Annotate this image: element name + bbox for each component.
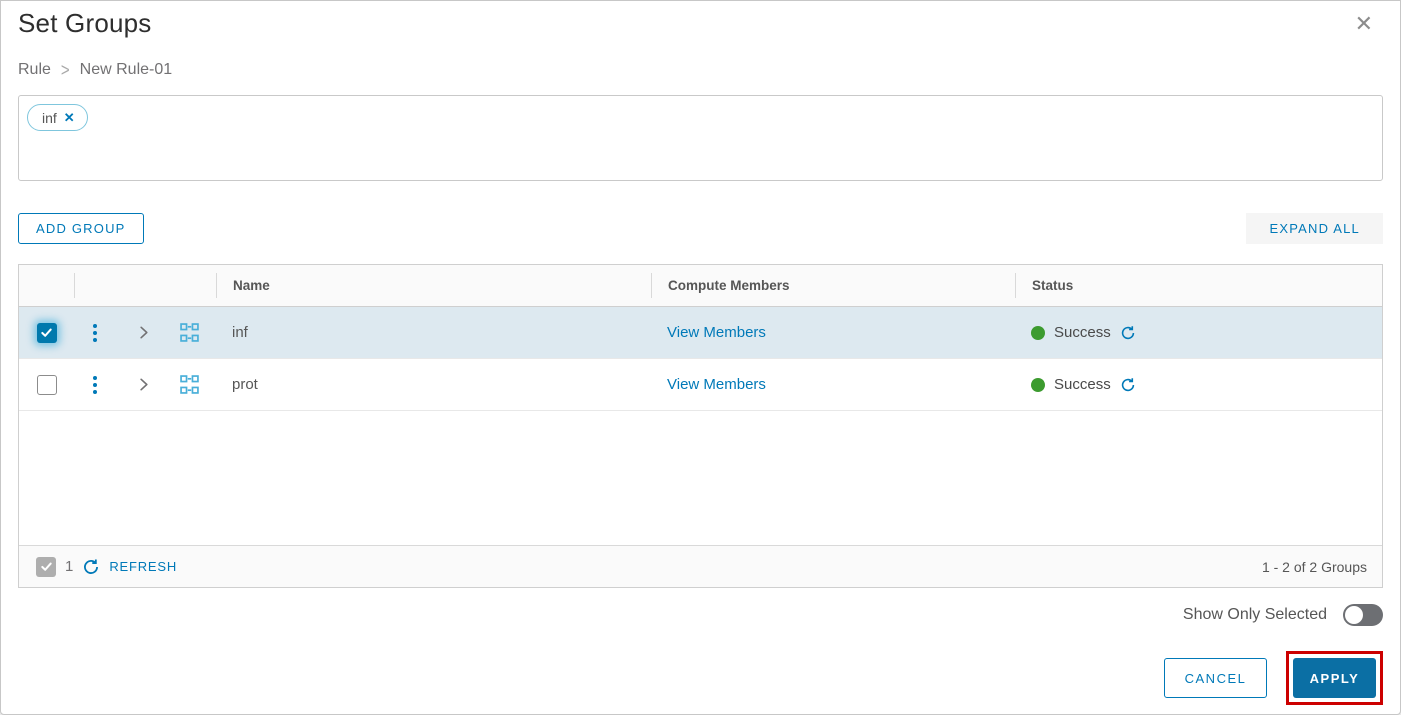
view-members-link[interactable]: View Members xyxy=(667,324,766,341)
selected-groups-input[interactable]: inf ✕ xyxy=(18,95,1383,181)
row-menu-icon[interactable] xyxy=(93,323,97,342)
dialog-header: Set Groups ✕ xyxy=(18,8,1383,48)
show-only-selected-row: Show Only Selected xyxy=(18,603,1383,627)
toggle-knob xyxy=(1345,606,1363,624)
show-only-selected-toggle[interactable] xyxy=(1343,604,1383,626)
table-header: Name Compute Members Status xyxy=(19,265,1382,307)
groups-table: Name Compute Members Status inf View Mem… xyxy=(18,264,1383,588)
page-title: Set Groups xyxy=(18,8,152,38)
table-row: prot View Members Success xyxy=(19,359,1382,411)
header-name: Name xyxy=(216,273,651,298)
group-icon xyxy=(180,375,199,394)
row-checkbox-checked[interactable] xyxy=(36,322,57,343)
apply-highlight-annotation: APPLY xyxy=(1286,651,1383,705)
breadcrumb: Rule > New Rule-01 xyxy=(18,60,1383,80)
status-label: Success xyxy=(1054,376,1111,393)
close-icon[interactable]: ✕ xyxy=(1355,13,1373,35)
chip-remove-icon[interactable]: ✕ xyxy=(64,110,75,126)
header-select-column xyxy=(19,265,74,306)
status-refresh-icon[interactable] xyxy=(1120,325,1136,341)
group-chip: inf ✕ xyxy=(27,104,88,131)
group-name: prot xyxy=(232,376,258,393)
pagination-range: 1 - 2 of 2 Groups xyxy=(1261,558,1367,575)
row-expand-chevron-icon[interactable] xyxy=(136,377,151,392)
success-status-dot xyxy=(1031,377,1045,392)
selected-count: 1 xyxy=(65,558,74,575)
table-footer: 1 REFRESH 1 - 2 of 2 Groups xyxy=(19,545,1382,587)
header-controls-column xyxy=(74,273,216,298)
table-row: inf View Members Success xyxy=(19,307,1382,359)
group-name: inf xyxy=(232,324,248,341)
grid-toolbar: ADD GROUP EXPAND ALL xyxy=(18,213,1383,244)
dialog-actions: CANCEL APPLY xyxy=(18,651,1383,705)
table-empty-space xyxy=(19,411,1382,545)
view-members-link[interactable]: View Members xyxy=(667,376,766,393)
add-group-button[interactable]: ADD GROUP xyxy=(18,213,144,244)
cancel-button[interactable]: CANCEL xyxy=(1164,658,1267,698)
breadcrumb-current: New Rule-01 xyxy=(79,61,173,78)
apply-button[interactable]: APPLY xyxy=(1293,658,1376,698)
set-groups-dialog: Set Groups ✕ Rule > New Rule-01 inf ✕ AD… xyxy=(0,0,1401,715)
status-refresh-icon[interactable] xyxy=(1120,377,1136,393)
row-expand-chevron-icon[interactable] xyxy=(136,325,151,340)
header-compute-members: Compute Members xyxy=(651,273,1015,298)
group-chip-label: inf xyxy=(42,109,57,126)
check-icon xyxy=(40,562,52,571)
row-menu-icon[interactable] xyxy=(93,375,97,394)
success-status-dot xyxy=(1031,325,1045,340)
group-icon xyxy=(180,323,199,342)
footer-selected-checkbox[interactable] xyxy=(36,556,56,577)
refresh-icon[interactable] xyxy=(82,558,100,576)
row-checkbox-unchecked[interactable] xyxy=(36,374,57,395)
breadcrumb-rule: Rule xyxy=(18,61,51,78)
check-icon xyxy=(41,328,52,337)
expand-all-button[interactable]: EXPAND ALL xyxy=(1246,213,1383,244)
refresh-button[interactable]: REFRESH xyxy=(109,559,177,574)
show-only-selected-label: Show Only Selected xyxy=(1182,606,1327,623)
breadcrumb-separator-icon: > xyxy=(60,59,70,81)
header-status: Status xyxy=(1015,273,1382,298)
status-label: Success xyxy=(1054,324,1111,341)
